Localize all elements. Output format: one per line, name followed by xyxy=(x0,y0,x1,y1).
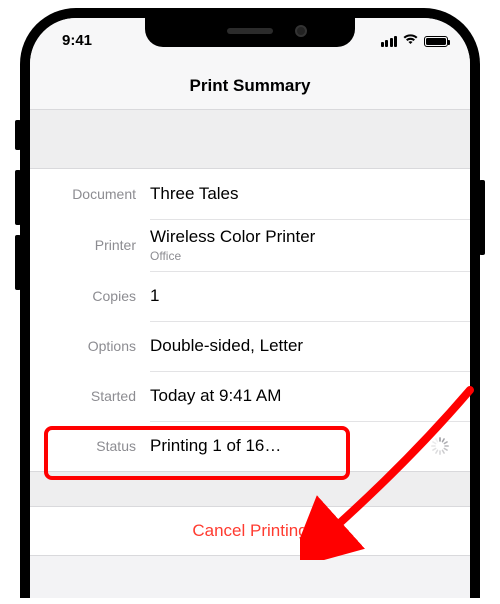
row-document: Document Three Tales xyxy=(30,169,470,219)
row-printer-sub: Office xyxy=(150,249,454,263)
print-details-group: Document Three Tales Printer Wireless Co… xyxy=(30,168,470,472)
row-options-value: Double-sided, Letter xyxy=(150,326,470,366)
phone-frame: 9:41 Print Summary Document Three Tales xyxy=(20,8,480,598)
row-started: Started Today at 9:41 AM xyxy=(30,371,470,421)
row-printer: Printer Wireless Color Printer Office xyxy=(30,219,470,271)
nav-bar: Print Summary xyxy=(30,62,470,110)
cellular-signal-icon xyxy=(381,36,398,47)
status-time: 9:41 xyxy=(62,32,92,49)
wifi-icon xyxy=(402,32,419,50)
row-options: Options Double-sided, Letter xyxy=(30,321,470,371)
row-printer-name: Wireless Color Printer xyxy=(150,227,454,247)
spinner-icon xyxy=(430,436,450,456)
cancel-printing-button[interactable]: Cancel Printing xyxy=(192,521,307,541)
row-status-value: Printing 1 of 16… xyxy=(150,426,470,466)
row-copies-label: Copies xyxy=(46,288,150,304)
row-copies: Copies 1 xyxy=(30,271,470,321)
row-copies-value: 1 xyxy=(150,276,470,316)
status-right xyxy=(381,32,449,50)
content: Document Three Tales Printer Wireless Co… xyxy=(30,110,470,556)
row-document-label: Document xyxy=(46,186,150,202)
phone-notch xyxy=(145,17,355,47)
row-started-label: Started xyxy=(46,388,150,404)
row-printer-label: Printer xyxy=(46,237,150,253)
row-status: Status Printing 1 of 16… xyxy=(30,421,470,471)
row-options-label: Options xyxy=(46,338,150,354)
row-started-value: Today at 9:41 AM xyxy=(150,376,470,416)
row-document-value: Three Tales xyxy=(150,174,470,214)
page-title: Print Summary xyxy=(190,76,311,96)
battery-icon xyxy=(424,36,448,47)
row-status-label: Status xyxy=(46,438,150,454)
cancel-row[interactable]: Cancel Printing xyxy=(30,506,470,556)
row-printer-value: Wireless Color Printer Office xyxy=(150,219,470,271)
